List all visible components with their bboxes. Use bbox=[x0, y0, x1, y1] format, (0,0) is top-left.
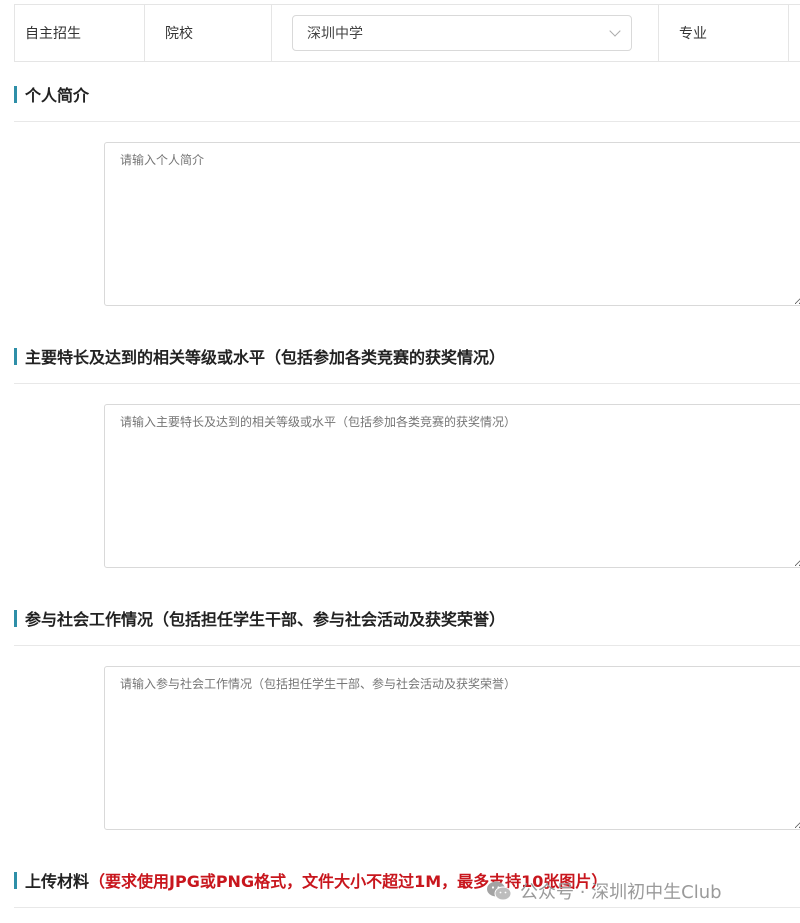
watermark-text: 公众号 · 深圳初中生Club bbox=[520, 882, 722, 903]
divider bbox=[14, 121, 800, 122]
section-accent-bar bbox=[14, 85, 17, 103]
enrollment-info-row: 自主招生 院校 深圳中学 专业 bbox=[14, 4, 800, 62]
school-cell: 深圳中学 bbox=[272, 5, 659, 61]
school-select[interactable]: 深圳中学 bbox=[292, 15, 632, 51]
section-accent-bar bbox=[14, 871, 17, 889]
chevron-down-icon bbox=[609, 25, 621, 37]
watermark: 公众号 · 深圳初中生Club bbox=[486, 878, 722, 904]
section-title-text: 参与社会工作情况（包括担任学生干部、参与社会活动及获奖荣誉） bbox=[25, 610, 506, 629]
school-label: 院校 bbox=[145, 5, 272, 61]
divider bbox=[14, 383, 800, 384]
major-label: 专业 bbox=[659, 5, 789, 61]
talent-textarea[interactable] bbox=[104, 404, 800, 568]
school-select-value: 深圳中学 bbox=[307, 26, 363, 42]
section-title-text: 主要特长及达到的相关等级或水平（包括参加各类竞赛的获奖情况） bbox=[25, 348, 506, 367]
major-cell[interactable] bbox=[789, 5, 800, 61]
divider bbox=[14, 645, 800, 646]
section-accent-bar bbox=[14, 609, 17, 627]
social-textarea[interactable] bbox=[104, 666, 800, 830]
wechat-icon bbox=[487, 881, 512, 901]
section-accent-bar bbox=[14, 347, 17, 365]
section-title-talent: 主要特长及达到的相关等级或水平（包括参加各类竞赛的获奖情况） bbox=[14, 344, 505, 368]
section-title-text: 个人简介 bbox=[25, 86, 90, 105]
intro-textarea[interactable] bbox=[104, 142, 800, 306]
enrollment-label: 自主招生 bbox=[15, 5, 145, 61]
section-title-social: 参与社会工作情况（包括担任学生干部、参与社会活动及获奖荣誉） bbox=[14, 606, 505, 630]
divider bbox=[14, 907, 800, 908]
section-title-text: 上传材料 bbox=[25, 872, 90, 891]
section-title-intro: 个人简介 bbox=[14, 82, 89, 106]
